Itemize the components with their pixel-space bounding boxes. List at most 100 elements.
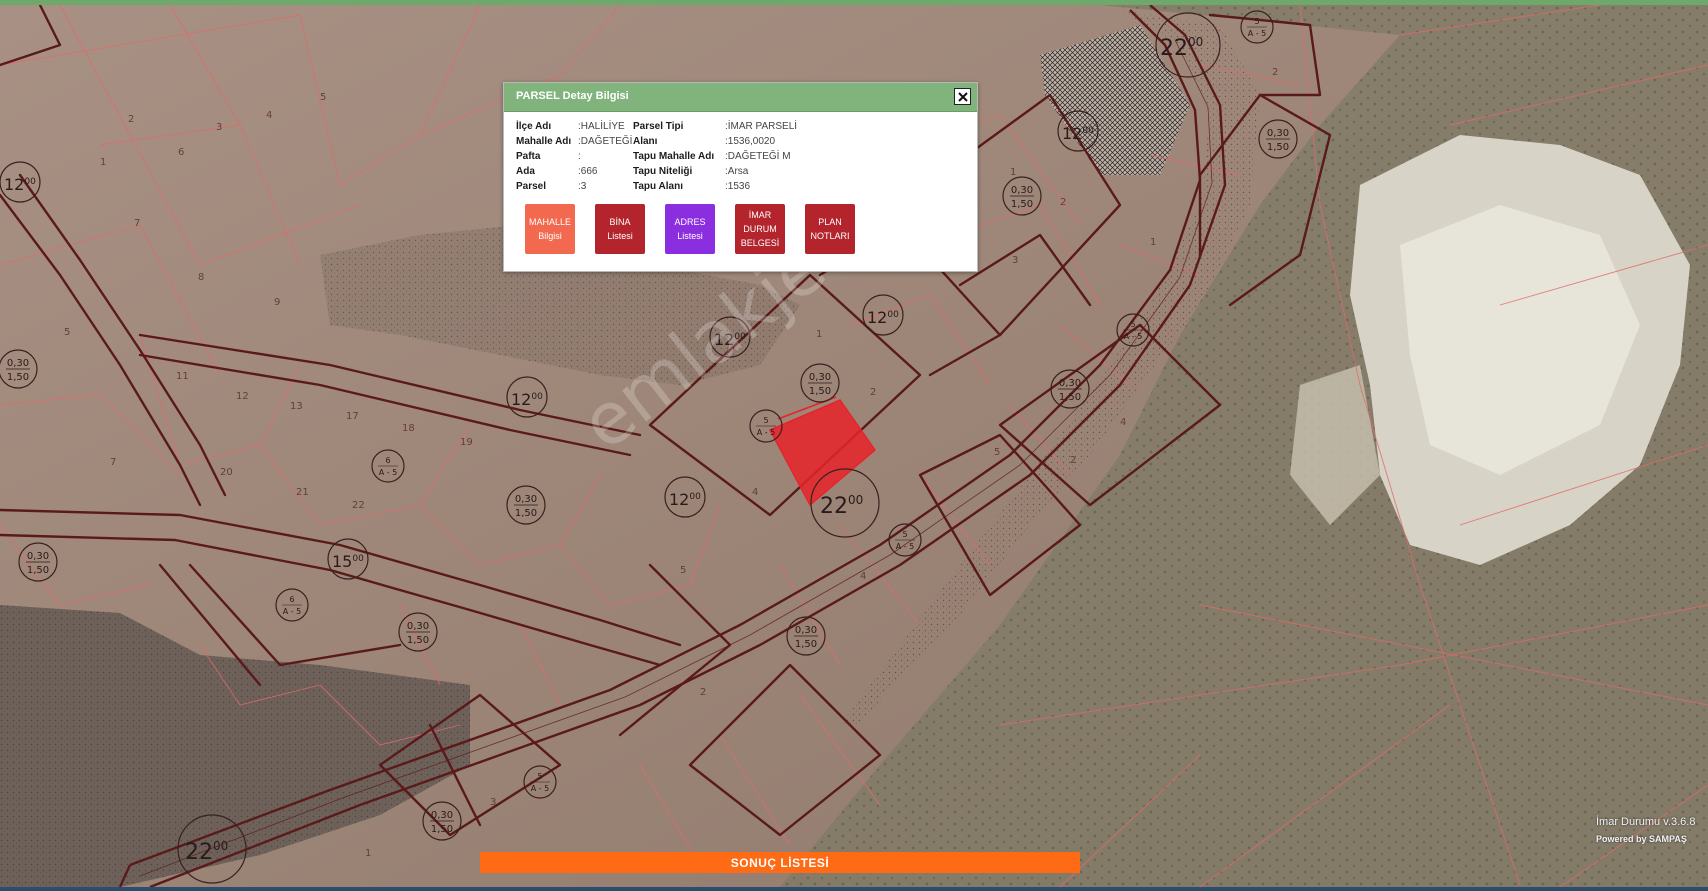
- svg-text:5: 5: [680, 565, 686, 576]
- svg-text:21: 21: [296, 487, 309, 498]
- info-row: İlçe Adı :HALİLİYE Parsel Tipi :İMAR PAR…: [516, 119, 956, 134]
- svg-text:0,30: 0,30: [1011, 185, 1033, 196]
- svg-text:A - 5: A - 5: [283, 607, 302, 616]
- close-icon: [957, 91, 968, 102]
- svg-text:4: 4: [752, 487, 758, 498]
- svg-text:2: 2: [870, 387, 876, 398]
- svg-text:1,50: 1,50: [809, 386, 831, 397]
- area-value: :1536,0020: [725, 136, 776, 147]
- block-value: :666: [578, 166, 598, 177]
- svg-text:1: 1: [1150, 237, 1156, 248]
- deed-area-label: Tapu Alanı: [633, 181, 683, 192]
- svg-text:5: 5: [1254, 17, 1259, 26]
- parcel-type-label: Parsel Tipi: [633, 121, 684, 132]
- svg-text:13: 13: [290, 401, 303, 412]
- svg-text:5: 5: [537, 772, 542, 781]
- svg-text:7: 7: [134, 218, 140, 229]
- svg-text:1,50: 1,50: [1059, 392, 1081, 403]
- deed-neighborhood-value: :DAĞETEĞİ M: [725, 151, 791, 162]
- parcel-type-value: :İMAR PARSELİ: [725, 121, 798, 132]
- svg-text:5: 5: [320, 92, 326, 103]
- parcel-value: :3: [578, 181, 587, 192]
- svg-text:17: 17: [346, 411, 359, 422]
- svg-text:18: 18: [402, 423, 415, 434]
- svg-text:6: 6: [385, 456, 390, 465]
- svg-text:2: 2: [700, 687, 706, 698]
- svg-text:A - 5: A - 5: [1248, 29, 1267, 38]
- plan-notes-button[interactable]: PLAN NOTLARI: [805, 204, 855, 254]
- neighborhood-label: Mahalle Adı: [516, 136, 572, 147]
- sheet-label: Pafta: [516, 151, 541, 162]
- neighborhood-value: :DAĞETEĞİ: [578, 136, 633, 147]
- svg-text:A - 5: A - 5: [379, 468, 398, 477]
- svg-text:0,30: 0,30: [431, 810, 453, 821]
- svg-text:1,50: 1,50: [27, 565, 49, 576]
- svg-text:6: 6: [178, 147, 184, 158]
- svg-text:5: 5: [994, 447, 1000, 458]
- svg-text:0,30: 0,30: [27, 551, 49, 562]
- svg-text:1: 1: [1010, 167, 1016, 178]
- deed-area-value: :1536: [725, 181, 751, 192]
- deed-quality-value: :Arsa: [725, 166, 749, 177]
- zoning-status-document-button[interactable]: İMAR DURUM BELGESİ: [735, 204, 785, 254]
- bottom-bar: [0, 887, 1708, 891]
- svg-text:3: 3: [1012, 255, 1018, 266]
- popup-header: PARSEL Detay Bilgisi: [504, 83, 977, 112]
- svg-text:A - 5: A - 5: [896, 542, 915, 551]
- svg-text:2: 2: [128, 114, 134, 125]
- deed-neighborhood-label: Tapu Mahalle Adı: [633, 151, 715, 162]
- svg-text:5: 5: [64, 327, 70, 338]
- svg-text:19: 19: [460, 437, 473, 448]
- sheet-value: :: [578, 151, 581, 162]
- svg-text:0,30: 0,30: [795, 625, 817, 636]
- svg-text:11: 11: [176, 371, 189, 382]
- svg-text:A - 5: A - 5: [757, 428, 776, 437]
- svg-text:4: 4: [266, 110, 272, 121]
- svg-text:22: 22: [352, 500, 365, 511]
- svg-text:0,30: 0,30: [1059, 378, 1081, 389]
- powered-by-label: Powered by SAMPAŞ: [1596, 834, 1687, 844]
- info-row: Parsel :3 Tapu Alanı :1536: [516, 179, 956, 194]
- svg-text:0,30: 0,30: [407, 621, 429, 632]
- svg-text:1,50: 1,50: [407, 635, 429, 646]
- svg-text:1: 1: [816, 329, 822, 340]
- neighborhood-info-button[interactable]: MAHALLE Bilgisi: [525, 204, 575, 254]
- result-list-button[interactable]: SONUÇ LİSTESİ: [480, 852, 1080, 873]
- svg-text:2: 2: [1272, 67, 1278, 78]
- svg-text:0,30: 0,30: [1267, 128, 1289, 139]
- svg-text:5: 5: [763, 416, 768, 425]
- svg-text:0,30: 0,30: [809, 372, 831, 383]
- info-row: Ada :666 Tapu Niteliği :Arsa: [516, 164, 956, 179]
- block-label: Ada: [516, 166, 535, 177]
- svg-text:1,50: 1,50: [515, 508, 537, 519]
- svg-text:3: 3: [216, 122, 222, 133]
- svg-text:1: 1: [100, 157, 106, 168]
- svg-text:2: 2: [1060, 197, 1066, 208]
- svg-text:1,50: 1,50: [431, 824, 453, 835]
- svg-text:1,50: 1,50: [1267, 142, 1289, 153]
- svg-text:5: 5: [1130, 320, 1135, 329]
- svg-text:8: 8: [198, 272, 204, 283]
- address-list-button[interactable]: ADRES Listesi: [665, 204, 715, 254]
- building-list-button[interactable]: BİNA Listesi: [595, 204, 645, 254]
- info-row: Mahalle Adı :DAĞETEĞİ Alanı :1536,0020: [516, 134, 956, 149]
- svg-text:6: 6: [289, 595, 294, 604]
- close-button[interactable]: [954, 88, 971, 105]
- district-label: İlçe Adı: [516, 121, 552, 132]
- svg-text:A - 5: A - 5: [1124, 332, 1143, 341]
- svg-text:1,50: 1,50: [1011, 199, 1033, 210]
- deed-quality-label: Tapu Niteliği: [633, 166, 693, 177]
- parcel-detail-popup: PARSEL Detay Bilgisi İlçe Adı :HALİLİYE …: [503, 82, 978, 272]
- svg-text:1,50: 1,50: [795, 639, 817, 650]
- version-label: İmar Durumu v.3.6.8: [1596, 816, 1696, 828]
- district-value: :HALİLİYE: [578, 121, 625, 132]
- svg-text:4: 4: [860, 571, 866, 582]
- svg-text:1,50: 1,50: [7, 372, 29, 383]
- parcel-label: Parsel: [516, 181, 547, 192]
- parcel-info-grid: İlçe Adı :HALİLİYE Parsel Tipi :İMAR PAR…: [516, 119, 956, 194]
- svg-text:7: 7: [110, 457, 116, 468]
- svg-text:A - 5: A - 5: [531, 784, 550, 793]
- svg-text:0,30: 0,30: [515, 494, 537, 505]
- info-row: Pafta : Tapu Mahalle Adı :DAĞETEĞİ M: [516, 149, 956, 164]
- svg-text:0,30: 0,30: [7, 358, 29, 369]
